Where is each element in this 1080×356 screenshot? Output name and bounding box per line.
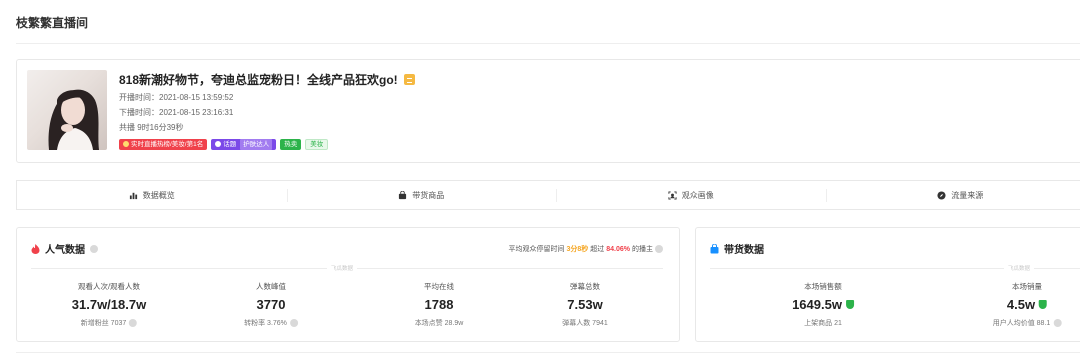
metric-sub-text: 本场点赞 28.9w <box>414 320 464 327</box>
popularity-header: 人气数据 <box>31 241 98 256</box>
tab-traffic-label: 流量来源 <box>951 190 984 200</box>
tab-goods-label: 带货商品 <box>412 190 445 200</box>
category-badge: 美妆 <box>305 138 329 150</box>
tab-traffic[interactable]: 流量来源 <box>825 181 1080 209</box>
stay-mid: 超过 <box>590 246 605 253</box>
divider <box>16 352 1080 353</box>
start-time: 开播时间：2021-08-15 13:59:52 <box>119 93 234 102</box>
metric-label: 观看人次/观看人数 <box>77 282 141 291</box>
topic-badge[interactable]: 话题 护肤达人 <box>211 138 277 150</box>
metric-value: 1788 <box>424 297 454 312</box>
metric-sub-text: 上架商品 21 <box>804 320 842 327</box>
metric-avg-online: 平均在线 1788 本场点赞 28.9w <box>415 281 464 328</box>
stay-prefix: 平均观众停留时间 <box>508 246 565 253</box>
metric-peak: 人数峰值 3770 转粉率 3.76% <box>244 281 298 328</box>
metric-sub-text: 新增粉丝 7037 <box>80 320 127 327</box>
product-icon[interactable] <box>403 74 415 85</box>
metric-danmaku: 弹幕总数 7.53w 弹幕人数 7941 <box>562 281 608 328</box>
help-icon[interactable] <box>655 245 663 253</box>
tab-audience[interactable]: 观众画像 <box>556 181 826 209</box>
live-info-card: 818新潮好物节，夸迪总监宠粉日！全线产品狂欢go! 开播时间：2021-08-… <box>16 59 1080 163</box>
metric-sub: 转粉率 3.76% <box>244 318 298 328</box>
trophy-icon <box>123 141 129 147</box>
badge-row: 实时直播热榜/美妆/第1名 话题 护肤达人 热卖 美妆 <box>119 138 329 150</box>
goods-panel: 带货数据 飞瓜数据 本场销售额 1649.5w 上架商品 21 本场销量 4.5… <box>695 227 1080 342</box>
basket-icon <box>710 243 719 253</box>
metric-sub-text: 转粉率 3.76% <box>244 320 287 327</box>
metric-value: 1649.5w <box>792 297 854 312</box>
metric-value-text: 1649.5w <box>792 297 842 312</box>
metric-label: 平均在线 <box>424 282 454 291</box>
watermark: 飞瓜数据 <box>1004 264 1035 272</box>
metric-value: 3770 <box>256 297 286 312</box>
tab-overview[interactable]: 数据概览 <box>17 181 287 209</box>
live-cover-image[interactable] <box>27 70 107 150</box>
duration: 共播 9时16分39秒 <box>119 123 184 132</box>
metric-label: 本场销售额 <box>804 282 842 291</box>
portrait-icon <box>668 190 677 200</box>
metric-sub-text: 弹幕人数 7941 <box>562 320 608 327</box>
rank-badge-text: 实时直播热榜/美妆/第1名 <box>131 140 204 148</box>
goods-header: 带货数据 <box>710 241 764 256</box>
popularity-title: 人气数据 <box>45 245 85 256</box>
bar-chart-icon <box>129 192 137 199</box>
help-icon[interactable] <box>129 319 138 327</box>
popularity-panel: 人气数据 平均观众停留时间 3分8秒 超过 84.06% 的播主 飞瓜数据 观看… <box>16 227 680 342</box>
tab-bar: 数据概览 带货商品 观众画像 流量来源 <box>16 180 1080 210</box>
metric-sub: 弹幕人数 7941 <box>562 318 608 328</box>
live-title[interactable]: 818新潮好物节，夸迪总监宠粉日！全线产品狂欢go! <box>119 71 415 88</box>
hot-badge: 热卖 <box>280 138 302 150</box>
metric-sub: 新增粉丝 7037 <box>72 318 146 328</box>
divider <box>16 43 1080 44</box>
metric-value: 4.5w <box>993 297 1062 312</box>
metric-sub: 本场点赞 28.9w <box>415 318 464 328</box>
compass-icon <box>937 190 946 200</box>
stay-percent: 84.06% <box>606 245 630 253</box>
live-title-text: 818新潮好物节，夸迪总监宠粉日！全线产品狂欢go! <box>119 73 398 87</box>
help-icon[interactable] <box>289 319 298 327</box>
stay-suffix: 的播主 <box>632 246 653 253</box>
metric-views: 观看人次/观看人数 31.7w/18.7w 新增粉丝 7037 <box>72 281 146 328</box>
metric-label: 弹幕总数 <box>570 282 600 291</box>
metric-value-text: 4.5w <box>1006 297 1036 312</box>
tab-goods[interactable]: 带货商品 <box>286 181 557 209</box>
metric-value: 7.53w <box>567 297 603 312</box>
verified-shield-icon <box>1039 300 1048 309</box>
metric-label: 本场销量 <box>1011 282 1042 291</box>
tab-audience-label: 观众画像 <box>681 190 714 200</box>
topic-sub-tag: 护肤达人 <box>240 138 273 150</box>
avg-stay-time: 平均观众停留时间 3分8秒 超过 84.06% 的播主 <box>508 244 663 254</box>
rank-badge[interactable]: 实时直播热榜/美妆/第1名 <box>119 138 208 150</box>
metric-label: 人数峰值 <box>255 282 286 291</box>
metric-sub: 用户人均价值 88.1 <box>993 318 1062 328</box>
shopping-bag-icon <box>399 190 407 199</box>
metric-sales-volume: 本场销量 4.5w 用户人均价值 88.1 <box>993 281 1062 328</box>
goods-title: 带货数据 <box>724 245 764 256</box>
verified-shield-icon <box>845 300 854 309</box>
metric-sub-text: 用户人均价值 88.1 <box>992 320 1051 327</box>
topic-icon <box>215 141 222 147</box>
topic-badge-text: 话题 <box>223 140 237 148</box>
stay-time-value: 3分8秒 <box>566 246 589 253</box>
metric-sub: 上架商品 21 <box>792 318 854 328</box>
page-title: 枝繁繁直播间 <box>16 16 89 30</box>
help-icon[interactable] <box>90 244 98 253</box>
tab-overview-label: 数据概览 <box>142 190 175 200</box>
watermark: 飞瓜数据 <box>327 264 358 272</box>
fire-icon <box>31 243 40 254</box>
metric-sales-amount: 本场销售额 1649.5w 上架商品 21 <box>792 281 854 328</box>
help-icon[interactable] <box>1053 319 1062 327</box>
end-time: 下播时间：2021-08-15 23:16:31 <box>119 108 234 117</box>
metric-value: 31.7w/18.7w <box>71 297 147 312</box>
